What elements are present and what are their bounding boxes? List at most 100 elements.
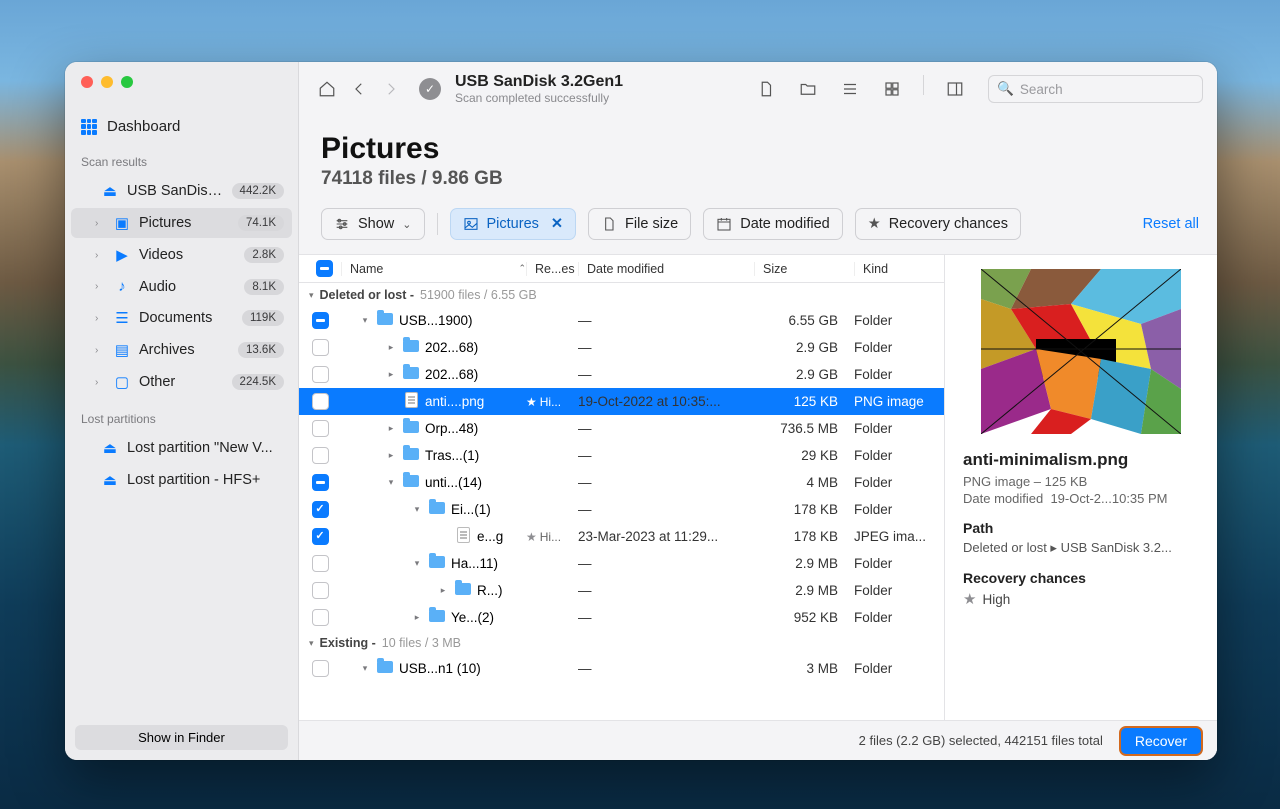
checkbox[interactable] [312, 660, 329, 677]
column-date[interactable]: Date modified [578, 262, 754, 276]
table-row[interactable]: ▾USB...1900)—6.55 GBFolder [299, 307, 944, 334]
file-name: Ei...(1) [451, 502, 491, 517]
audio-icon: ♪ [113, 278, 131, 295]
sidebar-item-archives[interactable]: › ▤ Archives 13.6K [71, 335, 292, 365]
close-window[interactable] [81, 76, 93, 88]
forward-button[interactable] [377, 75, 405, 103]
chevron-right-icon[interactable]: ▸ [385, 369, 397, 380]
sidebar-item-videos[interactable]: › ▶ Videos 2.8K [71, 240, 292, 270]
view-folder-button[interactable] [793, 75, 823, 103]
file-name: R...) [477, 583, 503, 598]
table-header: Name⌃ Re...es Date modified Size Kind [299, 255, 944, 283]
sidebar-item-lost-partition-2[interactable]: ⏏ Lost partition - HFS+ [71, 465, 292, 495]
folder-icon [429, 502, 445, 514]
filter-pictures[interactable]: Pictures ✕ [450, 208, 577, 240]
home-button[interactable] [313, 75, 341, 103]
checkbox[interactable] [312, 582, 329, 599]
view-list-button[interactable] [835, 75, 865, 103]
chevron-right-icon[interactable]: ▸ [411, 612, 423, 623]
column-name[interactable]: Name⌃ [341, 262, 526, 276]
chevron-down-icon[interactable]: ▾ [385, 477, 397, 488]
table-row[interactable]: ▾unti...(14)—4 MBFolder [299, 469, 944, 496]
chevron-down-icon[interactable]: ▾ [359, 315, 371, 326]
dashboard-link[interactable]: Dashboard [65, 112, 298, 141]
show-in-finder-button[interactable]: Show in Finder [75, 725, 288, 750]
checkbox-indeterminate[interactable] [312, 474, 329, 491]
checkbox[interactable] [312, 393, 329, 410]
kind-cell: PNG image [854, 394, 944, 409]
chevron-right-icon[interactable]: ▸ [385, 342, 397, 353]
main-content: USB SanDisk 3.2Gen1 Scan completed succe… [299, 62, 1217, 760]
chevron-down-icon[interactable]: ▾ [411, 504, 423, 515]
star-icon: ★ [868, 216, 881, 232]
reset-all-link[interactable]: Reset all [1143, 216, 1199, 232]
column-kind[interactable]: Kind [854, 262, 944, 276]
search-input[interactable]: 🔍 Search [988, 75, 1203, 103]
date-cell: — [578, 421, 754, 436]
view-file-button[interactable] [751, 75, 781, 103]
sidebar-item-usb[interactable]: ⏏ USB SanDisk... 442.2K [71, 176, 292, 206]
view-grid-button[interactable] [877, 75, 907, 103]
sidebar-item-pictures[interactable]: › ▣ Pictures 74.1K [71, 208, 292, 238]
sidebar-item-audio[interactable]: › ♪ Audio 8.1K [71, 272, 292, 301]
chevron-right-icon: › [95, 250, 105, 261]
table-row[interactable]: ▸202...68)—2.9 GBFolder [299, 334, 944, 361]
size-cell: 4 MB [754, 475, 854, 490]
sidebar-item-other[interactable]: › ▢ Other 224.5K [71, 367, 292, 397]
checkbox-checked[interactable] [312, 501, 329, 518]
drive-icon: ⏏ [101, 439, 119, 457]
chevron-down-icon: ▾ [309, 638, 314, 649]
size-cell: 6.55 GB [754, 313, 854, 328]
checkbox-checked[interactable] [312, 528, 329, 545]
chevron-right-icon[interactable]: ▸ [385, 450, 397, 461]
zoom-window[interactable] [121, 76, 133, 88]
checkbox[interactable] [312, 366, 329, 383]
column-size[interactable]: Size [754, 262, 854, 276]
table-row[interactable]: ▸Ye...(2)—952 KBFolder [299, 604, 944, 631]
filter-datemodified[interactable]: Date modified [703, 208, 842, 240]
table-row[interactable]: ▸202...68)—2.9 GBFolder [299, 361, 944, 388]
image-icon [463, 216, 479, 232]
table-row[interactable]: ▾USB...n1 (10)—3 MBFolder [299, 655, 944, 682]
size-cell: 2.9 GB [754, 340, 854, 355]
recover-button[interactable]: Recover [1119, 726, 1203, 756]
back-button[interactable] [345, 75, 373, 103]
chevron-right-icon[interactable]: ▸ [437, 585, 449, 596]
checkbox-indeterminate[interactable] [312, 312, 329, 329]
table-row[interactable]: ▾Ha...11)—2.9 MBFolder [299, 550, 944, 577]
group-header[interactable]: ▾Existing - 10 files / 3 MB [299, 631, 944, 655]
show-dropdown[interactable]: Show ⌄ [321, 208, 425, 240]
checkbox[interactable] [312, 609, 329, 626]
date-cell: 19-Oct-2022 at 10:35:... [578, 394, 754, 409]
checkbox[interactable] [312, 420, 329, 437]
lost-partitions-section-label: Lost partitions [65, 398, 298, 432]
size-cell: 178 KB [754, 502, 854, 517]
file-name: anti....png [425, 394, 484, 409]
toggle-preview-button[interactable] [940, 75, 970, 103]
chevron-down-icon[interactable]: ▾ [411, 558, 423, 569]
table-row[interactable]: ▸R...)—2.9 MBFolder [299, 577, 944, 604]
filter-filesize[interactable]: File size [588, 208, 691, 240]
dashboard-label: Dashboard [107, 118, 180, 135]
clear-filter-icon[interactable]: ✕ [551, 216, 563, 232]
preview-chances-label: Recovery chances [963, 570, 1199, 586]
file-icon [601, 216, 617, 232]
group-header[interactable]: ▾Deleted or lost - 51900 files / 6.55 GB [299, 283, 944, 307]
table-row[interactable]: ▸Tras...(1)—29 KBFolder [299, 442, 944, 469]
chevron-down-icon[interactable]: ▾ [359, 663, 371, 674]
table-row[interactable]: ▾Ei...(1)—178 KBFolder [299, 496, 944, 523]
checkbox[interactable] [312, 555, 329, 572]
column-recovery[interactable]: Re...es [526, 262, 578, 276]
file-list-rows[interactable]: ▾Deleted or lost - 51900 files / 6.55 GB… [299, 283, 944, 720]
chevron-right-icon[interactable]: ▸ [385, 423, 397, 434]
minimize-window[interactable] [101, 76, 113, 88]
table-row[interactable]: e...g★Hi...23-Mar-2023 at 11:29...178 KB… [299, 523, 944, 550]
checkbox[interactable] [312, 447, 329, 464]
filter-recovery[interactable]: ★ Recovery chances [855, 208, 1021, 240]
select-all-checkbox[interactable] [299, 260, 341, 277]
checkbox[interactable] [312, 339, 329, 356]
table-row[interactable]: ▸Orp...48)—736.5 MBFolder [299, 415, 944, 442]
table-row[interactable]: anti....png★Hi...19-Oct-2022 at 10:35:..… [299, 388, 944, 415]
sidebar-item-lost-partition-1[interactable]: ⏏ Lost partition "New V... [71, 433, 292, 463]
sidebar-item-documents[interactable]: › ☰ Documents 119K [71, 303, 292, 333]
